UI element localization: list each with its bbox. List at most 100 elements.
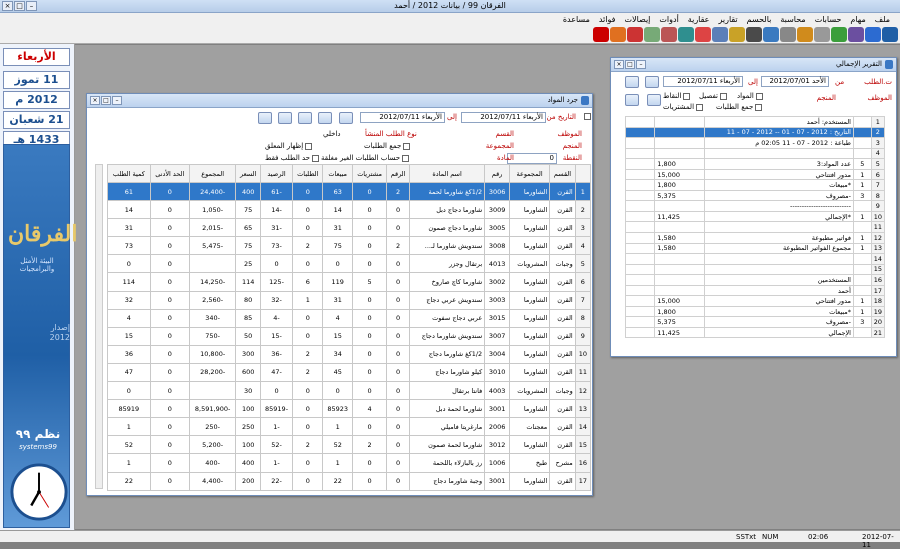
column-header[interactable]: رقم	[484, 164, 510, 183]
menu-item-10[interactable]: مساعدة	[563, 15, 590, 24]
report-row[interactable]: 16 المستخدمين	[624, 274, 886, 286]
report-purchases-option[interactable]: المشتريات	[663, 103, 704, 111]
report-row[interactable]: 12 1 فواتير مطبوعة 1,580	[624, 232, 886, 244]
menu-item-1[interactable]: مهام	[850, 15, 865, 24]
table-row[interactable]: 14 القرن معجنات 2006 مارغريتا فاميلي 0 0 1 0 -1 25…	[107, 417, 592, 437]
stock-scrollbar[interactable]	[95, 164, 103, 489]
table-row[interactable]: 9 القرن الشاورما 3007 سندويش شاورما دجاج 0 0 15…	[107, 326, 592, 346]
maximize-window-button[interactable]: □	[14, 1, 25, 11]
toolbar-icon-7[interactable]	[763, 27, 779, 42]
menu-item-2[interactable]: حسابات	[815, 15, 842, 24]
toolbar-icon-16[interactable]	[610, 27, 626, 42]
column-header[interactable]: القسم	[549, 164, 576, 183]
column-header[interactable]: المجموعة	[508, 164, 551, 183]
tools-button[interactable]	[258, 112, 272, 124]
table-row[interactable]: 16 مشرح طبخ 1006 رز بالبازلاء باللحمة 0 0 1 0 -1 4…	[107, 453, 592, 473]
next-button[interactable]	[318, 112, 332, 124]
toolbar-icon-2[interactable]	[848, 27, 864, 42]
report-detail-option[interactable]: تفصيل	[699, 92, 727, 100]
column-header[interactable]: المجموع	[188, 164, 237, 183]
column-header[interactable]: الطلبات	[292, 164, 324, 183]
toolbar-icon-10[interactable]	[712, 27, 728, 42]
menu-item-8[interactable]: إيصالات	[624, 15, 650, 24]
report-row[interactable]: 13 1 مجموع الفواتير المطبوعة 1,580	[624, 242, 886, 255]
report-row[interactable]: 14	[624, 253, 886, 265]
column-header[interactable]: مشتريات	[351, 164, 388, 183]
report-row[interactable]: 1 المستخدم: أحمد	[624, 116, 886, 128]
table-row[interactable]: 2 القرن الشاورما 3009 شاورما دجاج دبل 0 0 14 0 -1…	[107, 200, 592, 220]
report-items-option[interactable]: المواد	[737, 92, 763, 100]
unclosed-orders-option[interactable]: حساب الطلبات الغير مغلقة	[321, 154, 410, 162]
toolbar-icon-4[interactable]	[814, 27, 830, 42]
table-row[interactable]: 12 وجبات المشروبات 4003 فانتا برتقال 0 0 0 0 0 30 0…	[107, 381, 592, 401]
menu-item-5[interactable]: تقارير	[718, 15, 737, 24]
date-to-field[interactable]: الأربعاء 2012/07/11	[360, 112, 445, 123]
column-header[interactable]: مبيعات	[322, 164, 353, 183]
sum-orders-option[interactable]: جمع الطلبات	[364, 142, 411, 150]
toolbar-icon-0[interactable]	[882, 27, 898, 42]
toolbar-icon-11[interactable]	[695, 27, 711, 42]
table-row[interactable]: 10 القرن الشاورما 3004 1/2كغ شاورما دجاج 0 0 34…	[107, 344, 592, 364]
table-row[interactable]: 6 القرن الشاورما 3002 شاورما كاچ صاروخ 0 5 119 6…	[107, 272, 592, 292]
prev-button[interactable]	[298, 112, 312, 124]
table-row[interactable]: 1 القرن الشاورما 3006 1/2كغ شاورما لحمة 2 0 63 0…	[107, 181, 592, 202]
date-filter-checkbox[interactable]	[584, 113, 591, 120]
menu-item-9[interactable]: فوائد	[599, 15, 616, 24]
toolbar-icon-15[interactable]	[627, 27, 643, 42]
report-row[interactable]: 2 التاريخ : 2012 - 07 - 01 -- 2012 - 07 -…	[624, 126, 886, 139]
report-next-button[interactable]	[645, 76, 659, 88]
column-header[interactable]: الرصيد	[259, 164, 294, 183]
table-row[interactable]: 4 القرن الشاورما 3008 سندويش شاورما لـ... 2 0 7…	[107, 236, 592, 256]
report-sum-orders-option[interactable]: جمع الطلبات	[716, 103, 763, 111]
minimize-icon[interactable]: –	[112, 96, 122, 105]
toolbar-icon-12[interactable]	[678, 27, 694, 42]
toolbar-icon-6[interactable]	[780, 27, 796, 42]
menu-item-0[interactable]: ملف	[875, 15, 890, 24]
table-row[interactable]: 13 القرن الشاورما 3001 شاورما لحمة دبل 0 4 8592…	[107, 399, 592, 419]
report-row[interactable]: 8 3 -مصروف 5,375	[624, 189, 886, 202]
order-limit-option[interactable]: حد الطلب فقط	[265, 154, 319, 162]
column-header[interactable]: اسم المادة	[408, 164, 486, 183]
report-row[interactable]: 5 5 عدد المواد:3 1,800	[624, 158, 886, 170]
report-row[interactable]: 10 1 *الإجمالي 11,425	[624, 210, 886, 223]
report-date-from[interactable]: الأحد 2012/07/01	[761, 76, 829, 87]
toolbar-icon-14[interactable]	[644, 27, 660, 42]
close-icon[interactable]: ×	[614, 60, 624, 69]
balance-field[interactable]: 0	[507, 153, 557, 164]
report-row[interactable]: 15	[624, 263, 886, 276]
table-row[interactable]: 15 القرن الشاورما 3012 شاورما لحمة صمون 0 2 52 2…	[107, 435, 592, 455]
report-row[interactable]: 4	[624, 147, 886, 160]
report-row[interactable]: 11	[624, 221, 886, 233]
report-row[interactable]: 6 1 مدور افتتاحي 15,000	[624, 168, 886, 181]
toolbar-icon-8[interactable]	[746, 27, 762, 42]
table-row[interactable]: 7 القرن الشاورما 3003 سندويش عربي دجاج 0 0 31 1-…	[107, 290, 592, 310]
report-row[interactable]: 18 1 مدور افتتاحي 15,000	[624, 295, 886, 307]
menu-item-3[interactable]: محاسبة	[780, 15, 805, 24]
table-row[interactable]: 5 وجبات المشروبات 4013 برتقال وجزر 0 0 0 0 0 25 0 0	[107, 254, 592, 274]
column-header[interactable]: الرقم	[386, 164, 410, 183]
close-icon[interactable]: ×	[90, 96, 100, 105]
show-pending-option[interactable]: إظهار المعلق	[265, 142, 313, 150]
first-button[interactable]	[278, 112, 292, 124]
close-window-button[interactable]: ×	[2, 1, 13, 11]
report-row[interactable]: 3 طباعة : 2012 - 07 - 11 02:05 م	[624, 137, 886, 149]
report-row[interactable]: 17 أحمد	[624, 284, 886, 297]
menu-item-7[interactable]: أدوات	[659, 15, 678, 24]
table-row[interactable]: 3 القرن الشاورما 3005 شاورما دجاج صمون 0 0 31 0-…	[107, 218, 592, 238]
report-row[interactable]: 21 الإجمالي 11,425	[624, 326, 886, 339]
report-row[interactable]: 7 1 *مبيعات 1,800	[624, 179, 886, 191]
column-header[interactable]: كمية الطلب	[107, 164, 151, 183]
table-row[interactable]: 11 القرن الشاورما 3010 كيلو شاورما دجاج 0 0 45 2…	[107, 362, 592, 383]
order-type-select[interactable]: داخلي	[323, 130, 341, 138]
toolbar-icon-9[interactable]	[729, 27, 745, 42]
report-print-button[interactable]	[647, 94, 661, 106]
minimize-icon[interactable]: –	[636, 60, 646, 69]
print-button[interactable]	[339, 112, 353, 124]
menu-item-6[interactable]: عقارية	[688, 15, 710, 24]
report-date-to[interactable]: الأربعاء 2012/07/11	[663, 76, 743, 87]
table-row[interactable]: 17 القرن الشاورما 3001 وجبة شاورما دجاج 0 0 22 0…	[107, 471, 592, 491]
column-header[interactable]: الحد الأدنى	[149, 164, 190, 183]
minimize-window-button[interactable]: –	[26, 1, 37, 11]
toolbar-icon-5[interactable]	[797, 27, 813, 42]
maximize-icon[interactable]: □	[625, 60, 635, 69]
